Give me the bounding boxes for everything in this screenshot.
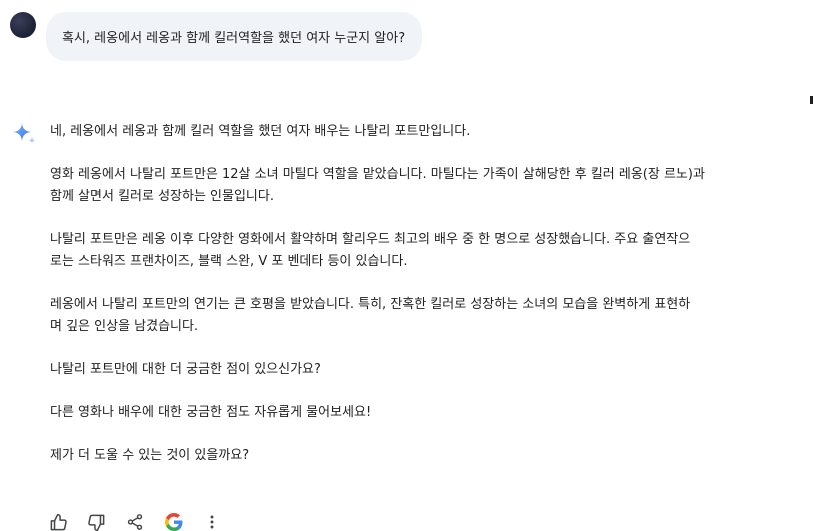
share-button[interactable] [125,512,145,531]
more-options-button[interactable] [202,512,222,531]
response-paragraph: 레옹에서 나탈리 포트만의 연기는 큰 호평을 받았습니다. 특히, 잔혹한 킬… [50,294,810,338]
thumbs-down-icon [88,514,105,531]
response-paragraph: 네, 레옹에서 레옹과 함께 킬러 역할을 했던 여자 배우는 나탈리 포트만입… [50,121,810,143]
response-line: 로는 스타워즈 프랜차이즈, 블랙 스완, V 포 벤데타 등이 있습니다. [50,254,408,269]
response-line: 레옹에서 나탈리 포트만의 연기는 큰 호평을 받았습니다. 특히, 잔혹한 킬… [50,297,691,312]
user-message-text: 혹시, 레옹에서 레옹과 함께 킬러역할을 했던 여자 누군지 알아? [62,31,406,46]
thumbs-up-icon [50,513,67,530]
response-paragraph: 나탈리 포트만에 대한 더 궁금한 점이 있으신가요? [50,359,810,381]
response-paragraph: 제가 더 도울 수 있는 것이 있을까요? [50,445,810,467]
response-line: 네, 레옹에서 레옹과 함께 킬러 역할을 했던 여자 배우는 나탈리 포트만입… [50,124,471,139]
response-action-bar [48,512,241,531]
thumbs-down-button[interactable] [87,512,107,531]
google-icon [164,513,182,531]
response-line: 함께 살면서 킬러로 성장하는 인물입니다. [50,189,274,204]
assistant-response: 네, 레옹에서 레옹과 함께 킬러 역할을 했던 여자 배우는 나탈리 포트만입… [50,121,810,488]
response-paragraph: 나탈리 포트만은 레옹 이후 다양한 영화에서 활약하며 할리우드 최고의 배우… [50,229,810,273]
thumbs-up-button[interactable] [48,512,68,531]
more-vertical-icon [210,515,214,529]
response-line: 영화 레옹에서 나탈리 포트만은 12살 소녀 마틸다 역할을 맡았습니다. 마… [50,167,705,182]
response-paragraph: 영화 레옹에서 나탈리 포트만은 12살 소녀 마틸다 역할을 맡았습니다. 마… [50,164,810,208]
share-icon [127,514,143,530]
user-message-bubble: 혹시, 레옹에서 레옹과 함께 킬러역할을 했던 여자 누군지 알아? [46,12,423,61]
response-line: 나탈리 포트만은 레옹 이후 다양한 영화에서 활약하며 할리우드 최고의 배우… [50,232,691,247]
google-search-button[interactable] [164,512,184,531]
user-avatar [10,12,36,38]
response-line: 제가 더 도울 수 있는 것이 있을까요? [50,448,250,463]
response-line: 다른 영화나 배우에 대한 궁금한 점도 자유롭게 물어보세요! [50,405,372,420]
scroll-indicator [810,96,813,104]
response-line: 나탈리 포트만에 대한 더 궁금한 점이 있으신가요? [50,362,321,377]
gemini-spark-icon [12,122,36,145]
response-paragraph: 다른 영화나 배우에 대한 궁금한 점도 자유롭게 물어보세요! [50,402,810,424]
response-line: 며 깊은 인상을 남겼습니다. [50,319,199,334]
